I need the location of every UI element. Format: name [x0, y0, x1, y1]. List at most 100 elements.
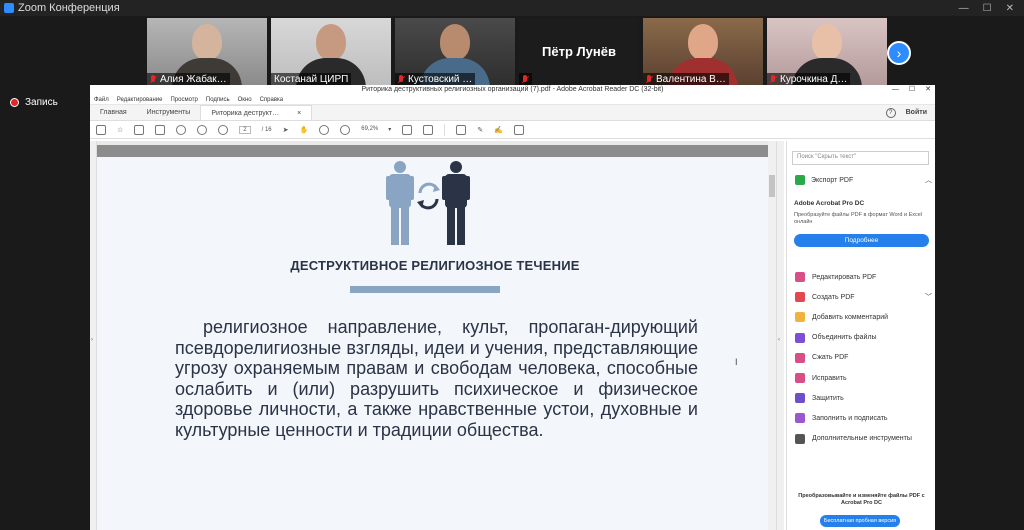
tab-close-icon[interactable]: × [297, 110, 301, 117]
maximize-icon[interactable]: ☐ [983, 3, 992, 14]
sidebar-search-input[interactable]: Поиск "Скрыть текст" [792, 151, 929, 165]
participant-tile[interactable]: Валентина В… [643, 18, 763, 86]
menu-edit[interactable]: Редактирование [117, 97, 163, 103]
tool-icon [795, 413, 805, 424]
participant-tile[interactable]: Курочкина Д… [767, 18, 887, 86]
chevron-down-icon[interactable]: ﹀ [925, 292, 932, 302]
menu-help[interactable]: Справка [260, 97, 284, 103]
fit-page-icon[interactable] [402, 124, 413, 135]
bookmark-star-icon[interactable]: ☆ [117, 126, 123, 134]
sidebar-tool-item[interactable]: Защитить [795, 388, 932, 408]
participant-name: Валентина В… [656, 74, 726, 85]
sidebar-tool-item[interactable]: Объединить файлы [795, 328, 932, 348]
export-pdf-item[interactable]: Экспорт PDF ︿ [795, 175, 932, 185]
tool-icon [795, 352, 805, 363]
zoom-out-icon[interactable] [319, 124, 330, 135]
scroll-mode-icon[interactable] [423, 124, 434, 135]
tab-home[interactable]: Главная [90, 105, 137, 120]
vertical-scrollbar[interactable] [768, 141, 776, 530]
participant-tile[interactable]: Пётр Лунёв [519, 18, 639, 86]
heading-underline [350, 286, 500, 293]
record-label: Запись [25, 97, 58, 108]
menu-sign[interactable]: Подпись [206, 97, 230, 103]
participant-tile[interactable]: Кустовский … [395, 18, 515, 86]
zoom-value: 69,2% [361, 126, 379, 132]
comment-icon[interactable] [456, 124, 467, 135]
tab-document[interactable]: Риторика деструкт… × [200, 105, 313, 120]
people-exchange-illustration [386, 161, 470, 245]
chevron-right-icon[interactable]: › [887, 41, 911, 65]
page-number-input[interactable]: 2 [239, 125, 251, 134]
tool-icon [795, 433, 805, 444]
tool-label: Заполнить и подписать [812, 414, 888, 422]
zoom-window-title: Zoom Конференция [18, 2, 120, 14]
signin-button[interactable]: Войти [906, 109, 927, 116]
zoom-select[interactable]: 69,2% ▾ [361, 126, 391, 133]
menu-bar: Файл Редактирование Просмотр Подпись Окн… [90, 95, 935, 105]
select-cursor-icon[interactable]: ➤ [283, 126, 289, 134]
close-icon[interactable]: ✕ [1006, 3, 1014, 14]
tool-label: Добавить комментарий [812, 313, 889, 321]
page-down-icon[interactable] [218, 124, 229, 135]
close-icon[interactable]: ✕ [925, 85, 931, 95]
definition-paragraph: религиозное направление, культ, пропаган… [175, 317, 698, 441]
document-heading: ДЕСТРУКТИВНОЕ РЕЛИГИОЗНОЕ ТЕЧЕНИЕ [290, 258, 580, 273]
right-panel-toggle[interactable]: ‹ [776, 141, 784, 530]
participant-tile-active[interactable]: Костанай ЦИРП [271, 18, 391, 86]
sidebar-tool-item[interactable]: Сжать PDF [795, 348, 932, 368]
chevron-right-icon[interactable]: › [91, 337, 93, 343]
chevron-left-icon[interactable]: ‹ [778, 337, 780, 343]
tool-icon [795, 332, 805, 343]
exchange-arrows-icon [417, 182, 440, 210]
tool-label: Защитить [812, 394, 844, 402]
signature-icon[interactable]: ✍ [494, 126, 503, 134]
sidebar-tool-item[interactable]: Дополнительные инструменты [795, 429, 932, 449]
participant-name: Кустовский … [408, 74, 473, 85]
sidebar-tool-item[interactable]: Исправить [795, 368, 932, 388]
tool-label: Дополнительные инструменты [812, 435, 912, 443]
learn-more-button[interactable]: Подробнее [794, 234, 929, 247]
maximize-icon[interactable]: ☐ [909, 85, 915, 95]
free-trial-button[interactable]: Бесплатная пробная версия [820, 515, 900, 527]
zoom-in-icon[interactable] [340, 124, 351, 135]
muted-mic-icon [150, 75, 157, 84]
page-up-icon[interactable] [197, 124, 208, 135]
sidebar-tool-item[interactable]: Создать PDF ﹀ [795, 287, 932, 307]
document-viewport[interactable]: › ДЕСТРУКТИВНОЕ РЕЛИГИОЗНОЕ ТЕЧЕНИЕ рели… [90, 141, 784, 530]
participant-tile[interactable]: Алия Жабак… [147, 18, 267, 86]
page-total: / 16 [261, 126, 272, 133]
tools-sidebar: Поиск "Скрыть текст" Экспорт PDF ︿ Adobe… [786, 141, 935, 530]
participant-strip: Алия Жабак… Костанай ЦИРП Кустовский … П… [147, 18, 887, 86]
left-panel-toggle[interactable]: › [90, 141, 97, 530]
menu-file[interactable]: Файл [94, 97, 109, 103]
help-icon[interactable]: ? [885, 107, 896, 118]
acrobat-window-title: Риторика деструктивных религиозных орган… [361, 86, 664, 93]
sidebar-tool-item[interactable]: Редактировать PDF [795, 267, 932, 287]
export-pdf-icon [795, 175, 805, 185]
chevron-up-icon[interactable]: ︿ [925, 175, 932, 185]
sidebar-tool-item[interactable]: Добавить комментарий [795, 307, 932, 327]
minimize-icon[interactable]: — [892, 85, 899, 95]
share-icon[interactable] [513, 124, 524, 135]
hand-tool-icon[interactable]: ✋ [300, 126, 309, 134]
menu-view[interactable]: Просмотр [170, 97, 197, 103]
person-light-icon [386, 161, 414, 245]
tool-list: Редактировать PDF Создать PDF ﹀ Добавить ко… [795, 267, 932, 449]
muted-mic-icon [398, 75, 405, 84]
pro-title: Adobe Acrobat Pro DC [794, 200, 865, 207]
save-icon[interactable] [96, 124, 106, 135]
definition-text: религиозное направление, культ, пропаган… [175, 317, 698, 440]
print-icon[interactable] [134, 124, 145, 135]
email-icon[interactable] [155, 124, 166, 135]
zoom-title-bar: Zoom Конференция — ☐ ✕ [0, 0, 1024, 16]
recording-indicator[interactable]: Запись [10, 97, 58, 108]
sidebar-tool-item[interactable]: Заполнить и подписать [795, 408, 932, 428]
tab-tools[interactable]: Инструменты [137, 105, 201, 120]
tab-document-label: Риторика деструкт… [211, 109, 280, 117]
tool-label: Объединить файлы [812, 334, 877, 342]
minimize-icon[interactable]: — [959, 3, 969, 14]
scrollbar-thumb[interactable] [769, 175, 775, 197]
highlight-pen-icon[interactable]: ✎ [477, 126, 483, 134]
menu-window[interactable]: Окно [238, 97, 252, 103]
search-icon[interactable] [176, 124, 187, 135]
